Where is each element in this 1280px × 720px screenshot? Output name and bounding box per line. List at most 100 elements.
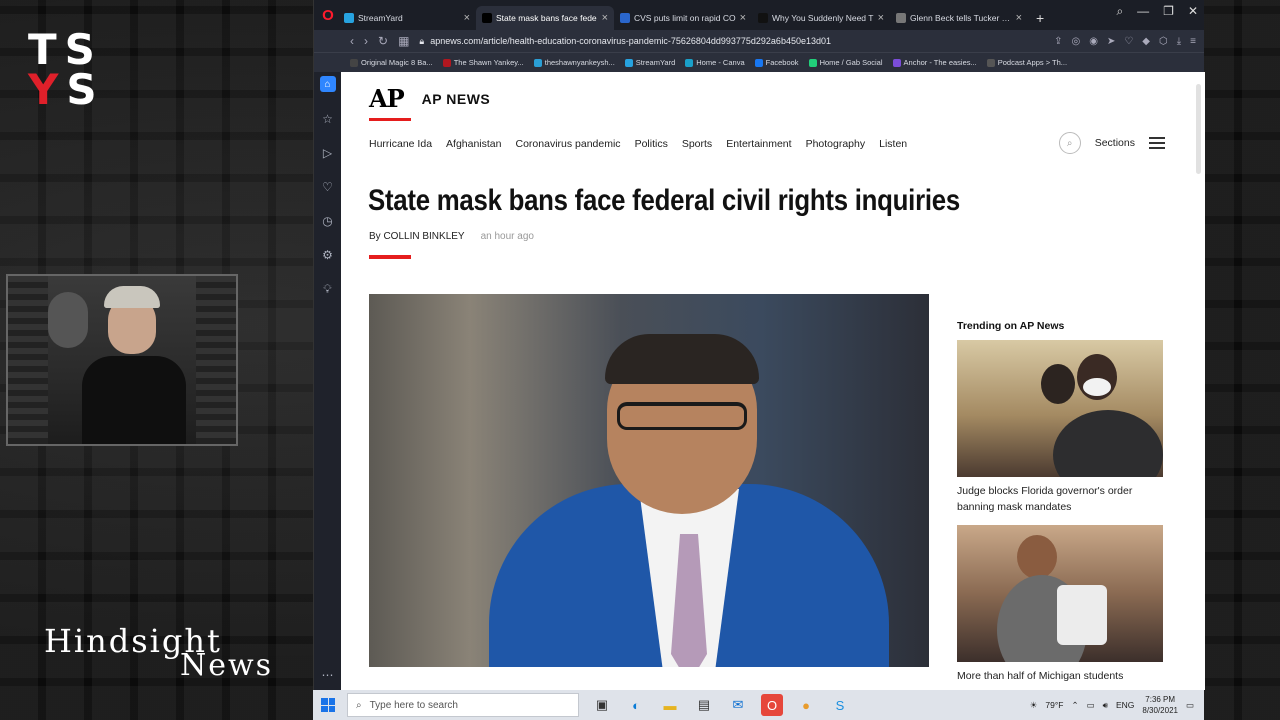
back-icon[interactable]: ‹ (350, 34, 354, 48)
bookmark-item[interactable]: theshawnyankeysh... (533, 58, 615, 67)
cube-icon[interactable]: ⬡ (1159, 36, 1168, 47)
tab-close-icon[interactable]: × (878, 12, 884, 24)
reload-icon[interactable]: ↻ (378, 34, 388, 48)
browser-tab[interactable]: Why You Suddenly Need T × (752, 6, 890, 30)
player-icon[interactable]: ▷ (323, 146, 332, 160)
tab-title: State mask bans face fede (496, 13, 597, 23)
bookmark-label: Home / Gab Social (819, 58, 883, 67)
ap-logo[interactable]: AP (369, 84, 405, 113)
tab-close-icon[interactable]: × (1016, 12, 1022, 24)
clock[interactable]: 7:36 PM 8/30/2021 (1142, 694, 1178, 716)
vpn-icon[interactable]: ◉ (1089, 36, 1098, 47)
tab-search-icon[interactable]: ⌕ (1116, 4, 1123, 19)
trending-image-1[interactable] (957, 340, 1163, 477)
weather-icon[interactable]: ☀ (1030, 700, 1038, 711)
nav-link[interactable]: Politics (635, 138, 668, 150)
nav-link[interactable]: Entertainment (726, 138, 791, 150)
new-tab-button[interactable]: + (1028, 6, 1052, 30)
heart-icon[interactable]: ♡ (1124, 36, 1133, 47)
window-controls: ⌕ — ❐ ✕ (1116, 4, 1198, 19)
bookmark-item[interactable]: The Shawn Yankey... (442, 58, 524, 67)
weather-temp[interactable]: 79°F (1045, 700, 1063, 710)
sections-link[interactable]: Sections (1095, 137, 1135, 149)
trending-caption-2[interactable]: More than half of Michigan students (957, 668, 1167, 684)
history-icon[interactable]: ◷ (322, 214, 332, 228)
nav-link[interactable]: Listen (879, 138, 907, 150)
download-icon[interactable]: ⤓ (1177, 36, 1181, 47)
opera-taskbar-icon[interactable]: O (761, 694, 783, 716)
tab-close-icon[interactable]: × (464, 12, 470, 24)
network-icon[interactable]: ▭ (1087, 700, 1095, 711)
search-icon[interactable]: ⌕ (1058, 132, 1081, 154)
browser-tab[interactable]: Glenn Beck tells Tucker Ca × (890, 6, 1028, 30)
nav-link[interactable]: Coronavirus pandemic (516, 138, 621, 150)
nav-link[interactable]: Afghanistan (446, 138, 501, 150)
more-icon[interactable]: ⋯ (322, 668, 334, 682)
trending-image-2[interactable] (957, 525, 1163, 662)
send-icon[interactable]: ➤ (1107, 36, 1115, 47)
bookmark-favicon-icon (624, 58, 633, 67)
bookmark-item[interactable]: StreamYard (624, 58, 676, 67)
url-text: apnews.com/article/health-education-coro… (430, 36, 831, 46)
author-link[interactable]: By COLLIN BINKLEY (369, 231, 465, 242)
windows-start-icon[interactable] (321, 698, 335, 712)
taskbar-search[interactable]: ⌕ Type here to search (347, 693, 579, 717)
file-explorer-icon[interactable]: ▬ (659, 694, 681, 716)
app-icon[interactable]: ● (795, 694, 817, 716)
camera-icon[interactable]: ◎ (1071, 36, 1080, 47)
mail-icon[interactable]: ✉ (727, 694, 749, 716)
taskbar-search-icon: ⌕ (356, 699, 362, 711)
tab-favicon-icon (344, 13, 354, 23)
scrollbar-thumb[interactable] (1196, 84, 1201, 174)
bookmark-item[interactable]: Original Magic 8 Ba... (350, 58, 433, 67)
tab-close-icon[interactable]: × (740, 12, 746, 24)
bookmark-item[interactable]: Home / Gab Social (808, 58, 883, 67)
star-icon[interactable]: ☆ (322, 112, 333, 126)
microphone (48, 292, 88, 348)
nav-link[interactable]: Sports (682, 138, 712, 150)
maximize-button[interactable]: ❐ (1163, 4, 1174, 19)
bookmark-item[interactable]: Podcast Apps > Th... (986, 58, 1067, 67)
forward-icon[interactable]: › (364, 34, 368, 48)
tabs-grid-icon[interactable]: ▦ (398, 34, 409, 48)
skype-icon[interactable]: S (829, 694, 851, 716)
site-nav-right: ⌕ Sections (1058, 132, 1165, 154)
browser-sidebar: ⌂ ☆ ▷ ♡ ◷ ⚙ 💡︎ ⋯ (314, 72, 341, 690)
system-tray: ☀ 79°F ⌃ ▭ 🔊︎ ENG 7:36 PM 8/30/2021 ▭ (1030, 694, 1204, 716)
browser-tab[interactable]: StreamYard × (338, 6, 476, 30)
bookmark-favicon-icon (442, 58, 451, 67)
hamburger-icon[interactable] (1149, 137, 1165, 149)
extension-icon[interactable]: ◆ (1142, 36, 1150, 47)
bookmark-label: StreamYard (635, 58, 676, 67)
easy-setup-icon[interactable]: ≡ (1190, 36, 1196, 47)
share-icon[interactable]: ⇪ (1054, 36, 1062, 47)
home-icon[interactable]: ⌂ (319, 76, 336, 92)
hero-glasses (617, 402, 747, 430)
heart-sidebar-icon[interactable]: ♡ (322, 180, 333, 194)
nav-link[interactable]: Hurricane Ida (369, 138, 432, 150)
browser-tab[interactable]: CVS puts limit on rapid CO × (614, 6, 752, 30)
nav-link[interactable]: Photography (806, 138, 866, 150)
notification-icon[interactable]: ▭ (1186, 700, 1194, 711)
browser-tab[interactable]: State mask bans face fede × (476, 6, 614, 30)
close-window-button[interactable]: ✕ (1188, 4, 1198, 19)
store-icon[interactable]: ▤ (693, 694, 715, 716)
volume-icon[interactable]: 🔊︎ (1103, 700, 1108, 711)
lock-icon: 🔒︎ (419, 35, 425, 46)
language-indicator[interactable]: ENG (1116, 700, 1134, 710)
trending-caption-1[interactable]: Judge blocks Florida governor's order ba… (957, 483, 1167, 515)
bookmark-item[interactable]: Facebook (754, 58, 799, 67)
ap-news-brand[interactable]: AP NEWS (422, 91, 491, 107)
task-view-icon[interactable]: ▣ (591, 694, 613, 716)
bookmark-item[interactable]: Anchor - The easies... (892, 58, 977, 67)
settings-icon[interactable]: ⚙ (322, 248, 333, 262)
opera-menu-icon[interactable]: O (318, 0, 338, 30)
url-field[interactable]: 🔒︎ apnews.com/article/health-education-c… (419, 36, 1044, 47)
minimize-button[interactable]: — (1137, 4, 1149, 19)
tray-chevron-icon[interactable]: ⌃ (1071, 700, 1078, 711)
tab-close-icon[interactable]: × (602, 12, 608, 24)
bookmark-item[interactable]: Home - Canva (685, 58, 745, 67)
article-hero-image[interactable] (369, 294, 929, 667)
lightbulb-icon[interactable]: 💡︎ (323, 282, 331, 297)
edge-icon[interactable]: ◐ (625, 694, 647, 716)
